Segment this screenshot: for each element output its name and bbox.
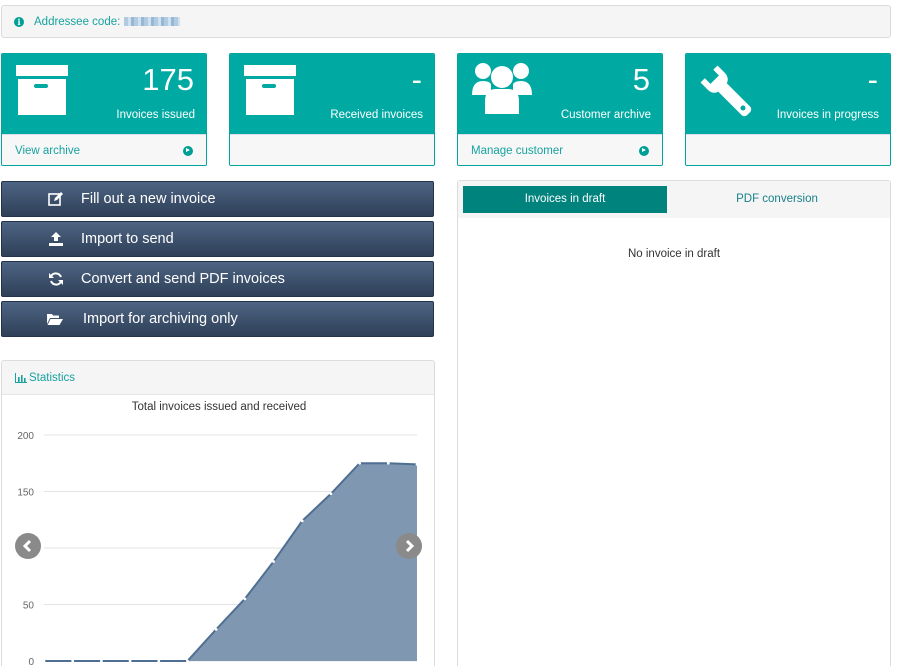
tile-received-invoices: - Received invoices — [229, 53, 435, 166]
addressee-code-redacted — [124, 17, 181, 26]
refresh-icon — [49, 272, 63, 286]
tile-footer-link[interactable]: Manage customer — [471, 145, 563, 157]
tile-count: - — [411, 62, 422, 97]
data-point[interactable] — [42, 659, 46, 663]
area-fill — [44, 463, 417, 661]
users-icon — [472, 63, 532, 114]
info-icon: i — [14, 16, 24, 27]
view-archive-link[interactable]: View archive — [2, 134, 206, 165]
edit-icon — [48, 192, 63, 206]
data-point[interactable] — [99, 659, 103, 663]
bar-chart-icon — [15, 372, 27, 383]
action-label: Import for archiving only — [83, 311, 238, 327]
data-point[interactable] — [415, 462, 419, 466]
data-point[interactable] — [214, 627, 218, 631]
data-point[interactable] — [300, 519, 304, 523]
data-point[interactable] — [358, 461, 362, 465]
tile-label: Customer archive — [560, 109, 651, 121]
data-point[interactable] — [272, 560, 275, 563]
tile-header: 175 Invoices issued — [2, 54, 206, 134]
tile-footer-link[interactable]: View archive — [15, 145, 80, 157]
upload-icon — [49, 232, 63, 246]
tab-invoices-in-draft[interactable]: Invoices in draft — [463, 186, 667, 213]
tile-header: 5 Customer archive — [458, 54, 662, 134]
import-archiving-button[interactable]: Import for archiving only — [1, 301, 434, 337]
circle-arrow-right-icon[interactable] — [183, 145, 193, 156]
tile-header: - Received invoices — [230, 54, 434, 134]
statistics-header: Statistics — [2, 361, 434, 395]
data-point[interactable] — [243, 597, 247, 601]
data-point[interactable] — [386, 461, 390, 465]
convert-send-pdf-button[interactable]: Convert and send PDF invoices — [1, 261, 434, 297]
archive-box-icon — [244, 65, 296, 115]
statistics-chart: 200150100500 — [17, 431, 419, 666]
chart-next-button[interactable] — [396, 533, 422, 559]
tile-footer — [686, 134, 890, 165]
tile-footer — [230, 134, 434, 165]
tile-invoices-in-progress: - Invoices in progress — [685, 53, 891, 166]
action-label: Import to send — [81, 231, 174, 247]
data-point[interactable] — [71, 659, 75, 663]
drafts-tabs: Invoices in draft PDF conversion — [458, 181, 890, 218]
fill-new-invoice-button[interactable]: Fill out a new invoice — [1, 181, 434, 217]
tile-customer-archive: 5 Customer archive Manage customer — [457, 53, 663, 166]
tile-count: 5 — [632, 62, 650, 97]
y-tick-label: 50 — [23, 601, 35, 612]
tab-pdf-conversion[interactable]: PDF conversion — [672, 186, 882, 213]
folder-open-icon — [47, 314, 63, 325]
tile-count: 175 — [142, 62, 194, 97]
manage-customer-link[interactable]: Manage customer — [458, 134, 662, 165]
empty-drafts-message: No invoice in draft — [627, 248, 721, 260]
drafts-panel: Invoices in draft PDF conversion No invo… — [457, 180, 891, 666]
y-tick-label: 200 — [17, 431, 34, 442]
tile-label: Invoices in progress — [776, 109, 879, 121]
wrench-icon — [700, 65, 752, 117]
tile-invoices-issued: 175 Invoices issued View archive — [1, 53, 207, 166]
data-point[interactable] — [128, 659, 132, 663]
addressee-label: Addressee code: — [34, 15, 121, 28]
action-label: Fill out a new invoice — [81, 191, 216, 207]
data-point[interactable] — [157, 659, 161, 663]
import-to-send-button[interactable]: Import to send — [1, 221, 434, 257]
statistics-title: Statistics — [29, 371, 76, 384]
tile-label: Invoices issued — [116, 109, 195, 121]
archive-box-icon — [16, 65, 68, 115]
tile-header: - Invoices in progress — [686, 54, 890, 134]
data-point[interactable] — [329, 492, 333, 496]
addressee-bar: i Addressee code: — [1, 5, 891, 38]
statistics-panel: Statistics Total invoices issued and rec… — [1, 360, 435, 666]
tile-count: - — [867, 62, 878, 97]
y-tick-label: 0 — [28, 657, 34, 666]
chevron-left-icon — [22, 539, 32, 553]
action-label: Convert and send PDF invoices — [81, 271, 285, 287]
chevron-right-icon — [405, 539, 415, 553]
chart-prev-button[interactable] — [15, 533, 41, 559]
circle-arrow-right-icon[interactable] — [639, 145, 649, 156]
y-tick-label: 150 — [17, 488, 34, 499]
data-point[interactable] — [186, 659, 189, 663]
tile-label: Received invoices — [330, 109, 423, 121]
